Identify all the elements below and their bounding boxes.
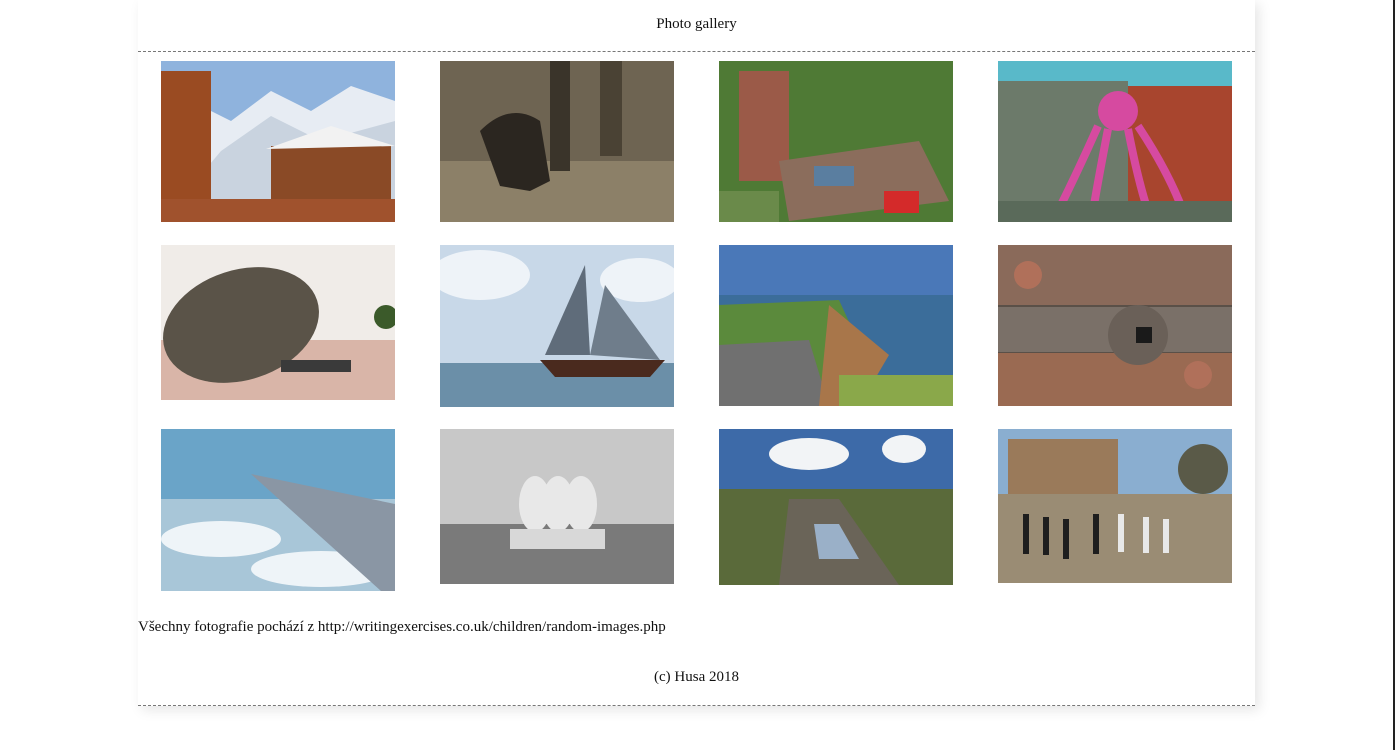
attribution-text: Všechny fotografie pochází z http://writ… xyxy=(138,619,666,635)
page-container: Photo gallery Všechny fotografie pochází… xyxy=(138,0,1255,706)
copyright-text: (c) Husa 2018 xyxy=(654,669,739,685)
photo-collapsed-wall[interactable] xyxy=(719,61,953,222)
photo-three-monkeys[interactable] xyxy=(440,429,674,584)
photo-eroded-cliff-road[interactable] xyxy=(719,245,953,406)
footer: (c) Husa 2018 xyxy=(138,668,1255,706)
photo-sailing-ship[interactable] xyxy=(440,245,674,407)
photo-balancing-boulder[interactable] xyxy=(161,245,395,400)
photo-muddy-road[interactable] xyxy=(719,429,953,585)
page-title: Photo gallery xyxy=(656,16,737,32)
photo-mountain-chalets[interactable] xyxy=(161,61,395,222)
header: Photo gallery xyxy=(138,0,1255,52)
photo-octopus-building[interactable] xyxy=(998,61,1232,222)
photo-airplane-wing[interactable] xyxy=(161,429,395,591)
photo-bug-hotel[interactable] xyxy=(998,245,1232,406)
photo-dog-in-grass[interactable] xyxy=(440,61,674,222)
photo-giant-chess[interactable] xyxy=(998,429,1232,583)
